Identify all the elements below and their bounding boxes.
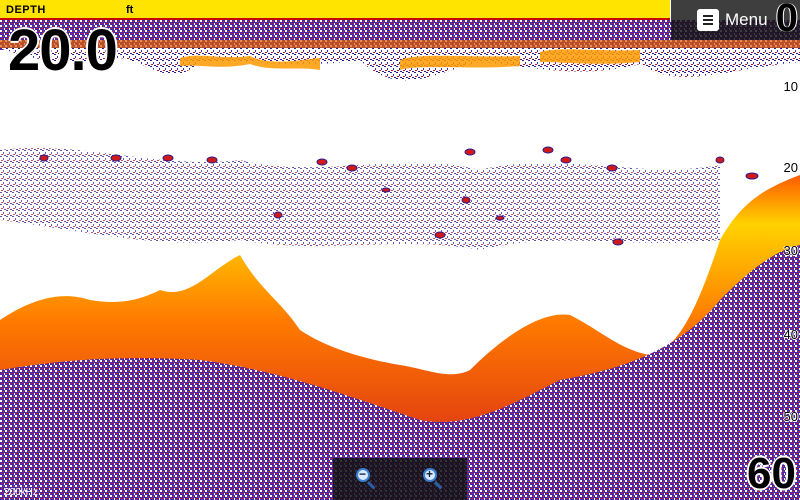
zoom-out-button[interactable]: − bbox=[354, 466, 380, 492]
surface-return bbox=[0, 40, 800, 48]
depth-unit: ft bbox=[126, 4, 134, 16]
depth-scale-top: 0 bbox=[775, 0, 798, 40]
zoom-in-button[interactable]: + bbox=[421, 466, 447, 492]
depth-scale-tick: 30 bbox=[783, 243, 798, 258]
depth-scale-bottom: 60 bbox=[747, 449, 796, 498]
depth-value: 20.0 bbox=[8, 18, 118, 83]
list-icon bbox=[697, 9, 719, 31]
depth-scale-tick: 10 bbox=[783, 79, 798, 94]
depth-strip bbox=[0, 0, 670, 20]
sonar-display[interactable] bbox=[0, 0, 800, 500]
depth-label: DEPTH bbox=[6, 4, 46, 16]
depth-scale-tick: 50 bbox=[783, 409, 798, 424]
midwater-scatter bbox=[0, 147, 720, 250]
frequency-label: 200kHz bbox=[4, 487, 38, 498]
zoom-controls: − + bbox=[333, 458, 467, 500]
depth-scale-tick: 20 bbox=[783, 160, 798, 175]
depth-scale-tick: 40 bbox=[783, 327, 798, 342]
menu-label: Menu bbox=[725, 10, 768, 29]
